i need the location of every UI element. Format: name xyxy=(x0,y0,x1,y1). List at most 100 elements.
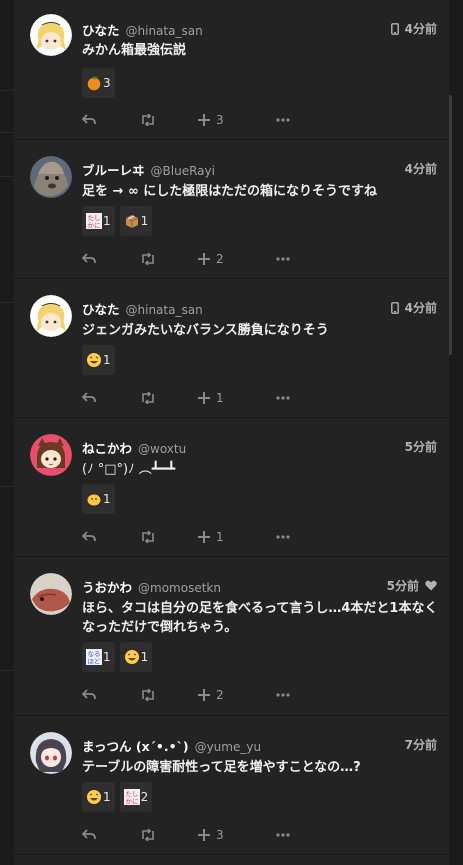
user-handle[interactable]: @yume_yu xyxy=(195,740,262,754)
renote-icon xyxy=(142,392,154,404)
note[interactable]: ねこかわ @woxtu 5分前 (ﾉ °□°)ﾉ ︵┻━┻ 1 1 xyxy=(14,418,449,557)
renote-button[interactable] xyxy=(140,253,198,265)
tashikani-emoji: たしかに xyxy=(86,213,102,229)
reaction-chick[interactable]: 1 xyxy=(82,484,115,514)
note[interactable]: ブルーレヰ @BlueRayi 4分前 足を → ∞ にした極限はただの箱になりそ… xyxy=(14,140,449,279)
renote-button[interactable] xyxy=(140,114,198,126)
reply-button[interactable] xyxy=(82,689,140,701)
phone-icon xyxy=(390,301,399,314)
react-button[interactable]: 1 xyxy=(198,391,276,405)
user-name[interactable]: ブルーレヰ xyxy=(82,163,145,178)
reply-icon xyxy=(82,689,96,700)
react-button[interactable]: 3 xyxy=(198,113,276,127)
react-button[interactable]: 2 xyxy=(198,252,276,266)
reply-icon xyxy=(82,829,96,840)
user-handle[interactable]: @momosetkn xyxy=(138,581,221,595)
more-icon xyxy=(276,118,290,122)
avatar[interactable] xyxy=(30,295,72,337)
reply-button[interactable] xyxy=(82,253,140,265)
renote-button[interactable] xyxy=(140,829,198,841)
renote-count: 1 xyxy=(216,391,224,405)
note-text: テーブルの障害耐性って足を増やすことなの…? xyxy=(82,760,361,775)
avatar[interactable] xyxy=(30,573,72,615)
note-time[interactable]: 4分前 xyxy=(405,160,437,177)
more-button[interactable] xyxy=(276,833,290,837)
plus-icon xyxy=(198,531,210,543)
more-icon xyxy=(276,257,290,261)
react-button[interactable]: 3 xyxy=(198,828,276,842)
more-icon xyxy=(276,833,290,837)
reaction-tashikani[interactable]: たし かに 1 xyxy=(82,206,115,236)
reaction-grin[interactable]: 1 xyxy=(82,782,115,812)
avatar[interactable] xyxy=(30,434,72,476)
note-time[interactable]: 4分前 xyxy=(405,20,437,37)
reply-icon xyxy=(82,114,96,125)
avatar[interactable] xyxy=(30,156,72,198)
renote-icon xyxy=(142,253,154,265)
reply-button[interactable] xyxy=(82,531,140,543)
note[interactable]: うおかわ @momosetkn 5分前 ほら、タコは自分の足を食べるって言うし…4… xyxy=(14,557,449,716)
reaction-orange[interactable]: 3 xyxy=(82,68,115,98)
more-button[interactable] xyxy=(276,118,290,122)
reaction-grin[interactable]: 1 xyxy=(82,345,115,375)
user-name[interactable]: ひなた xyxy=(82,23,120,38)
reply-button[interactable] xyxy=(82,829,140,841)
more-button[interactable] xyxy=(276,257,290,261)
more-button[interactable] xyxy=(276,535,290,539)
chick-emoji xyxy=(87,494,101,506)
more-button[interactable] xyxy=(276,693,290,697)
note-text-line: ほら、タコは自分の足を食べるって言うし…4本だと1本なく xyxy=(82,601,438,616)
note-time[interactable]: 5分前 xyxy=(405,438,437,455)
plus-icon xyxy=(198,689,210,701)
reply-icon xyxy=(82,253,96,264)
user-handle[interactable]: @hinata_san xyxy=(126,24,203,38)
reply-button[interactable] xyxy=(82,114,140,126)
user-name[interactable]: ねこかわ xyxy=(82,441,132,456)
heart-icon[interactable] xyxy=(425,580,437,591)
renote-count: 2 xyxy=(216,252,224,266)
renote-icon xyxy=(142,531,154,543)
note-time[interactable]: 7分前 xyxy=(405,736,437,753)
user-name[interactable]: うおかわ xyxy=(82,580,132,595)
reaction-count: 1 xyxy=(103,353,111,367)
note-time[interactable]: 5分前 xyxy=(387,577,419,594)
note-text: 足を → ∞ にした極限はただの箱になりそうですね xyxy=(82,184,378,199)
note-text: ジェンガみたいなバランス勝負になりそう xyxy=(82,323,329,338)
reply-button[interactable] xyxy=(82,392,140,404)
more-icon xyxy=(276,693,290,697)
reaction-tashikani[interactable]: たし かに 2 xyxy=(119,782,153,812)
svg-text:ほど: ほど xyxy=(88,658,102,666)
svg-text:かに: かに xyxy=(88,222,101,230)
tashikani-emoji: たしかに xyxy=(123,789,140,805)
plus-icon xyxy=(198,253,210,265)
grin-emoji xyxy=(87,353,101,367)
box-emoji xyxy=(125,215,138,228)
reaction-naruhodo[interactable]: なる ほど 1 xyxy=(82,642,115,672)
user-handle[interactable]: @woxtu xyxy=(138,442,186,456)
renote-icon xyxy=(142,689,154,701)
react-button[interactable]: 2 xyxy=(198,688,276,702)
user-handle[interactable]: @BlueRayi xyxy=(151,164,215,178)
scrollbar[interactable] xyxy=(449,95,452,355)
more-button[interactable] xyxy=(276,396,290,400)
react-button[interactable]: 1 xyxy=(198,530,276,544)
note[interactable]: まっつん (x´•.•`) @yume_yu 7分前 テーブルの障害耐性って足を増… xyxy=(14,716,449,855)
avatar[interactable] xyxy=(30,14,72,56)
plus-icon xyxy=(198,392,210,404)
note-time[interactable]: 4分前 xyxy=(405,299,437,316)
user-handle[interactable]: @hinata_san xyxy=(126,303,203,317)
note[interactable]: ひなた @hinata_san 4分前 みかん箱最強伝説 3 3 xyxy=(14,0,449,140)
renote-button[interactable] xyxy=(140,531,198,543)
renote-button[interactable] xyxy=(140,689,198,701)
renote-button[interactable] xyxy=(140,392,198,404)
avatar[interactable] xyxy=(30,732,72,774)
user-name[interactable]: ひなた xyxy=(82,302,120,317)
note[interactable]: ひなた @hinata_san 4分前 ジェンガみたいなバランス勝負になりそう 1… xyxy=(14,279,449,418)
note-text: ほら、タコは自分の足を食べるって言うし…4本だと1本なく なっただけで倒れちゃう… xyxy=(82,599,439,637)
user-name[interactable]: まっつん (x´•.•`) xyxy=(82,739,189,754)
grin-emoji xyxy=(124,650,139,664)
reaction-grin[interactable]: 1 xyxy=(119,642,153,672)
renote-icon xyxy=(142,829,154,841)
grin-emoji xyxy=(87,790,101,804)
reaction-box[interactable]: 1 xyxy=(119,206,153,236)
